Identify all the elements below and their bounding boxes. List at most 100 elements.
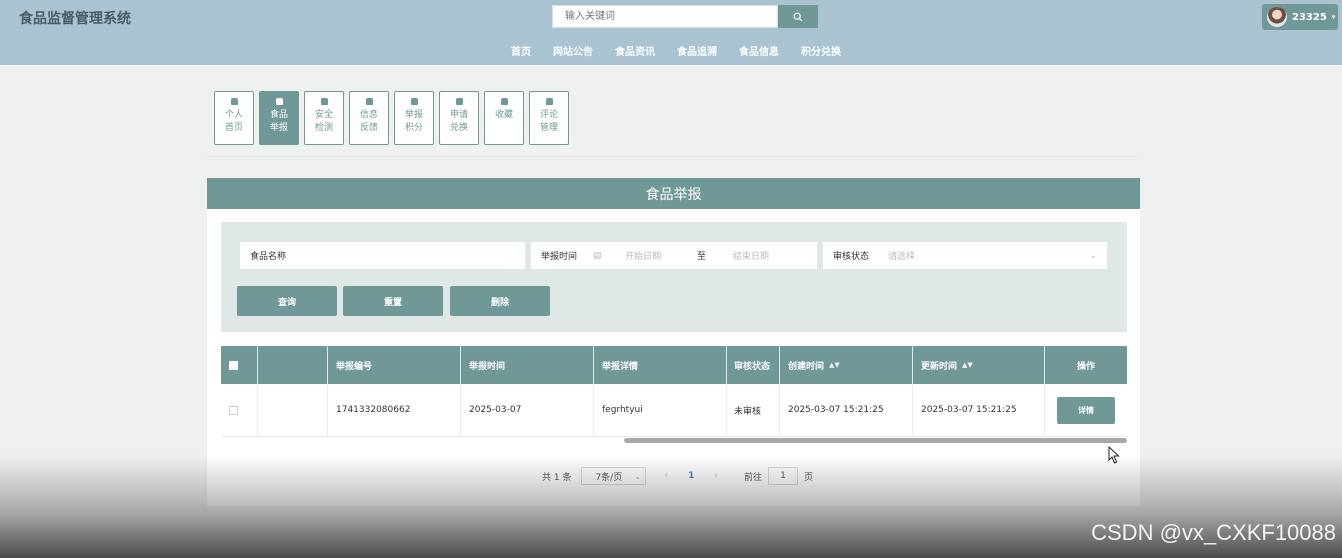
goto-page-input[interactable] bbox=[767, 467, 798, 485]
cell-report-no: 1741332080662 bbox=[328, 384, 461, 436]
row-checkbox[interactable] bbox=[229, 405, 238, 415]
header-label: 更新时间 bbox=[921, 361, 958, 372]
header-created-time[interactable]: 创建时间 ▲▼ bbox=[780, 346, 913, 384]
header-report-no: 举报编号 bbox=[328, 346, 461, 384]
search-box bbox=[552, 5, 818, 28]
horizontal-scrollbar[interactable] bbox=[624, 438, 1127, 443]
watermark: CSDN @vx_CXKF10088 bbox=[1091, 520, 1336, 545]
food-report-panel: 食品举报 食品名称 举报时间 ▤ 开始日期 至 结束日期 审核状态 请选择 ⌄ … bbox=[207, 178, 1140, 506]
status-label: 审核状态 bbox=[833, 252, 870, 262]
tab-apply-exchange[interactable]: 申请兑换 bbox=[439, 91, 479, 145]
chevron-down-icon: ▾ bbox=[1331, 13, 1336, 21]
pagination: 共 1 条 7条/页 ⌄ ‹ 1 › 前往 页 bbox=[542, 467, 813, 485]
bag-icon bbox=[545, 98, 553, 105]
header-status: 审核状态 bbox=[727, 346, 780, 384]
tab-feedback[interactable]: 信息反馈 bbox=[349, 91, 389, 145]
tab-report-points[interactable]: 举报积分 bbox=[394, 91, 434, 145]
tab-comment-management[interactable]: 评论管理 bbox=[529, 91, 569, 145]
nav-food-info[interactable]: 食品信息 bbox=[739, 43, 779, 58]
goto-label: 前往 bbox=[743, 472, 762, 483]
delete-button[interactable]: 删除 bbox=[450, 286, 550, 316]
status-select[interactable]: 审核状态 请选择 ⌄ bbox=[823, 242, 1107, 269]
header-report-time: 举报时间 bbox=[461, 346, 594, 384]
search-icon bbox=[793, 12, 803, 21]
page-suffix: 页 bbox=[803, 472, 813, 483]
filter-area: 食品名称 举报时间 ▤ 开始日期 至 结束日期 审核状态 请选择 ⌄ 查询 重置… bbox=[221, 222, 1127, 332]
cell-report-detail: fegrhtyui bbox=[594, 384, 727, 436]
mouse-cursor-icon bbox=[1108, 446, 1120, 464]
status-placeholder: 请选择 bbox=[888, 252, 916, 262]
report-time-range: 举报时间 ▤ 开始日期 至 结束日期 bbox=[531, 242, 817, 269]
tab-food-report[interactable]: 食品举报 bbox=[259, 91, 299, 145]
end-date-input[interactable]: 结束日期 bbox=[733, 249, 769, 262]
nav-announcements[interactable]: 网站公告 bbox=[553, 43, 593, 58]
table-row: 1741332080662 2025-03-07 fegrhtyui 未审核 2… bbox=[221, 384, 1127, 437]
header-blank bbox=[258, 346, 328, 384]
tab-label: 食品举报 bbox=[269, 110, 288, 133]
search-button[interactable] bbox=[778, 5, 818, 28]
start-date-input[interactable]: 开始日期 bbox=[625, 249, 697, 262]
search-input[interactable] bbox=[552, 5, 778, 28]
range-separator: 至 bbox=[697, 252, 707, 262]
food-name-input[interactable]: 食品名称 bbox=[240, 242, 525, 269]
bag-icon bbox=[500, 98, 508, 105]
user-center-tabs: 个人首页 食品举报 安全检测 信息反馈 举报积分 申请兑换 收藏 评论管理 bbox=[214, 91, 569, 145]
tab-label: 信息反馈 bbox=[359, 110, 378, 133]
row-blank-cell bbox=[258, 384, 328, 436]
report-table: 举报编号 举报时间 举报详情 审核状态 创建时间 ▲▼ 更新时间 ▲▼ 操作 1… bbox=[221, 346, 1127, 443]
header-updated-time[interactable]: 更新时间 ▲▼ bbox=[913, 346, 1045, 384]
tab-favorites[interactable]: 收藏 bbox=[484, 91, 524, 145]
tab-label: 个人首页 bbox=[224, 110, 243, 133]
detail-button[interactable]: 详情 bbox=[1057, 396, 1115, 424]
app-logo-title: 食品监督管理系统 bbox=[19, 11, 131, 27]
reset-button[interactable]: 重置 bbox=[343, 286, 443, 316]
avatar bbox=[1267, 7, 1287, 27]
nav-home[interactable]: 首页 bbox=[511, 43, 531, 58]
select-all-checkbox[interactable] bbox=[229, 360, 238, 370]
row-select-cell bbox=[221, 384, 258, 436]
panel-title: 食品举报 bbox=[207, 178, 1140, 209]
chevron-down-icon: ⌄ bbox=[634, 471, 641, 481]
sort-icon[interactable]: ▲▼ bbox=[829, 361, 840, 369]
tab-safety-inspection[interactable]: 安全检测 bbox=[304, 91, 344, 145]
page-size-select[interactable]: 7条/页 ⌄ bbox=[581, 467, 647, 485]
page-number-1[interactable]: 1 bbox=[688, 471, 694, 481]
calendar-icon: ▤ bbox=[593, 250, 602, 261]
tab-label: 安全检测 bbox=[314, 110, 333, 133]
tab-label: 评论管理 bbox=[539, 110, 558, 133]
cell-status: 未审核 bbox=[727, 384, 780, 436]
cell-actions: 详情 bbox=[1045, 384, 1127, 436]
sort-icon[interactable]: ▲▼ bbox=[962, 361, 973, 369]
bag-icon bbox=[365, 98, 373, 105]
cell-updated-time: 2025-03-07 15:21:25 bbox=[913, 384, 1045, 436]
header-report-detail: 举报详情 bbox=[594, 346, 727, 384]
nav-food-news[interactable]: 食品资讯 bbox=[615, 43, 655, 58]
bag-icon bbox=[455, 98, 463, 105]
tab-label: 申请兑换 bbox=[449, 110, 468, 133]
nav-points-exchange[interactable]: 积分兑换 bbox=[801, 43, 841, 58]
report-time-label: 举报时间 bbox=[541, 252, 578, 262]
total-count: 共 1 条 bbox=[542, 472, 572, 483]
tab-label: 收藏 bbox=[494, 110, 513, 120]
search-filter-button[interactable]: 查询 bbox=[237, 286, 337, 316]
header-actions: 操作 bbox=[1076, 361, 1095, 372]
bag-icon bbox=[275, 98, 283, 105]
next-page-icon[interactable]: › bbox=[714, 471, 718, 481]
bag-icon bbox=[410, 98, 418, 105]
select-all-cell bbox=[221, 346, 258, 384]
divider bbox=[207, 156, 1137, 157]
header-label: 创建时间 bbox=[788, 361, 825, 372]
table-header: 举报编号 举报时间 举报详情 审核状态 创建时间 ▲▼ 更新时间 ▲▼ 操作 bbox=[221, 346, 1127, 384]
nav-food-trace[interactable]: 食品追溯 bbox=[677, 43, 717, 58]
bag-icon bbox=[320, 98, 328, 105]
cell-created-time: 2025-03-07 15:21:25 bbox=[780, 384, 913, 436]
main-nav: 首页 网站公告 食品资讯 食品追溯 食品信息 积分兑换 bbox=[511, 43, 863, 58]
page-size-value: 7条/页 bbox=[595, 472, 623, 483]
prev-page-icon[interactable]: ‹ bbox=[664, 471, 668, 481]
tab-label: 举报积分 bbox=[404, 110, 423, 133]
user-menu[interactable]: 23325 ▾ bbox=[1262, 4, 1338, 30]
top-header: 食品监督管理系统 首页 网站公告 食品资讯 食品追溯 食品信息 积分兑换 233… bbox=[0, 0, 1342, 65]
tab-personal-home[interactable]: 个人首页 bbox=[214, 91, 254, 145]
user-name: 23325 bbox=[1292, 11, 1327, 23]
bag-icon bbox=[230, 98, 238, 105]
